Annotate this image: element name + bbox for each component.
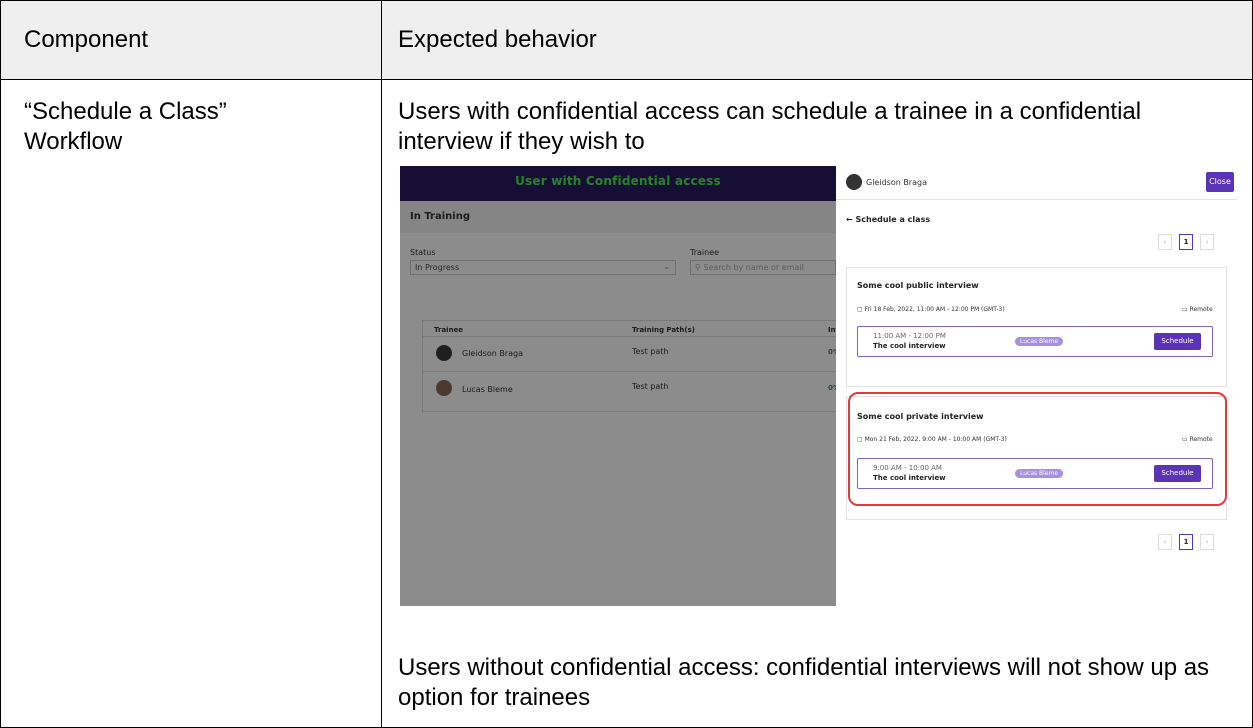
schedule-panel: Gleidson Braga Close ← Schedule a class … (836, 166, 1237, 606)
slot-name: The cool interview (873, 342, 946, 350)
next-page-button[interactable]: › (1200, 234, 1214, 250)
interview-slot: 11:00 AM - 12:00 PM The cool interview L… (857, 326, 1213, 357)
table-border-left (0, 0, 1, 728)
panel-title: Schedule a class (855, 215, 931, 224)
slot-time: 11:00 AM - 12:00 PM (873, 332, 946, 340)
table-column-divider (381, 0, 382, 728)
embedded-screenshot: User with Confidential access In Trainin… (400, 166, 1237, 606)
table-border-header (0, 79, 1253, 80)
interview-card-public: Some cool public interview ▢ Fri 18 Feb,… (846, 267, 1227, 387)
behavior-non-confidential: Users without confidential access: confi… (398, 654, 1210, 711)
highlight-outline (848, 392, 1227, 506)
page-number[interactable]: 1 (1179, 234, 1193, 250)
behavior-confidential: Users with confidential access can sched… (398, 98, 1142, 155)
close-button[interactable]: Close (1206, 172, 1234, 192)
prev-page-button[interactable]: ‹ (1158, 234, 1172, 250)
panel-divider (836, 199, 1237, 200)
modal-overlay[interactable] (400, 166, 836, 606)
component-name: “Schedule a Class” Workflow (24, 98, 227, 155)
training-page: User with Confidential access In Trainin… (400, 166, 840, 606)
card-mode: ▭ Remote (1182, 306, 1213, 313)
card-date-text: Fri 18 Feb, 2022, 11:00 AM - 12:00 PM (G… (864, 306, 1005, 313)
pagination-bottom: ‹ 1 › (1158, 534, 1228, 550)
table-header-row (0, 0, 1253, 79)
page-number[interactable]: 1 (1179, 534, 1193, 550)
table-border-top (0, 0, 1253, 1)
arrow-left-icon: ← (846, 215, 856, 224)
prev-page-button[interactable]: ‹ (1158, 534, 1172, 550)
avatar (846, 174, 862, 190)
video-icon: ▭ (1182, 306, 1190, 313)
schedule-button[interactable]: Schedule (1154, 333, 1201, 350)
back-link[interactable]: ← Schedule a class (846, 215, 930, 224)
calendar-icon: ▢ (857, 306, 865, 313)
card-mode-text: Remote (1189, 306, 1213, 313)
panel-user-name: Gleidson Braga (866, 178, 927, 187)
header-expected-behavior: Expected behavior (398, 26, 597, 53)
card-title: Some cool public interview (857, 281, 979, 290)
next-page-button[interactable]: › (1200, 534, 1214, 550)
card-date: ▢ Fri 18 Feb, 2022, 11:00 AM - 12:00 PM … (857, 306, 1005, 313)
host-badge: Lucas Bleme (1015, 337, 1064, 346)
pagination-top: ‹ 1 › (1158, 234, 1228, 250)
header-component: Component (24, 26, 149, 53)
